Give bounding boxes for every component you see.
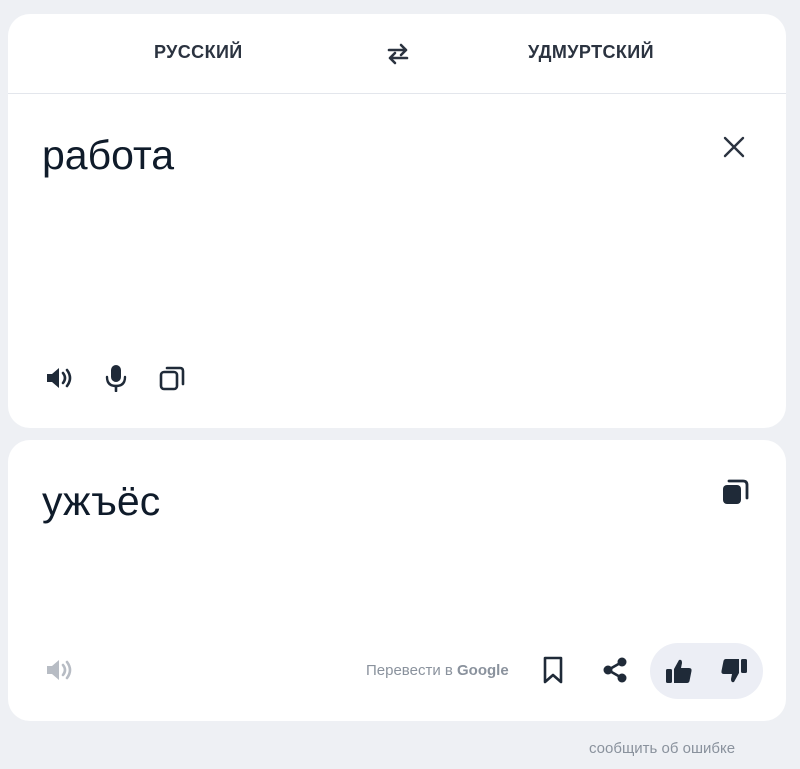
share-button[interactable] [599, 654, 631, 686]
translation-panel: ужъёс Перевести в Google [8, 440, 786, 721]
good-translation-button[interactable] [663, 655, 695, 687]
google-link-prefix: Перевести в [366, 662, 458, 679]
share-icon [603, 657, 627, 683]
language-bar: РУССКИЙ УДМУРТСКИЙ [8, 14, 786, 94]
translation-text: ужъёс [42, 478, 161, 524]
target-language-button[interactable]: УДМУРТСКИЙ [528, 42, 654, 63]
listen-source-button[interactable] [44, 362, 76, 394]
source-text-input[interactable]: работа [42, 132, 174, 179]
swap-languages-button[interactable] [382, 38, 414, 70]
google-link-brand: Google [457, 662, 509, 679]
source-panel: РУССКИЙ УДМУРТСКИЙ работа [8, 14, 786, 428]
copy-source-button[interactable] [156, 362, 188, 394]
listen-translation-button[interactable] [44, 654, 76, 686]
swap-arrows-icon [387, 43, 409, 65]
bad-translation-button[interactable] [718, 655, 750, 687]
microphone-icon [105, 365, 127, 392]
report-error-link[interactable]: сообщить об ошибке [589, 740, 735, 757]
copy-icon [159, 366, 185, 391]
thumbs-down-icon [721, 659, 747, 683]
translate-in-google-link[interactable]: Перевести в Google [366, 662, 509, 679]
copy-icon [723, 479, 749, 504]
bookmark-button[interactable] [537, 654, 569, 686]
bookmark-icon [543, 656, 563, 684]
source-language-button[interactable]: РУССКИЙ [154, 42, 243, 63]
close-icon [723, 136, 745, 158]
clear-button[interactable] [718, 131, 750, 163]
copy-translation-button[interactable] [719, 476, 751, 508]
speaker-icon [47, 660, 72, 680]
voice-input-button[interactable] [100, 362, 132, 394]
thumbs-up-icon [666, 659, 692, 683]
speaker-icon [47, 368, 72, 388]
